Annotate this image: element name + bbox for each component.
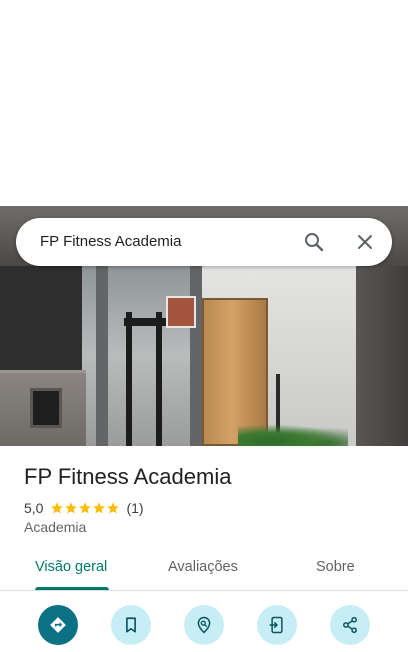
send-to-phone-button[interactable] xyxy=(257,605,297,645)
star-icon xyxy=(107,502,120,514)
photo-right-wall xyxy=(356,266,408,446)
directions-icon xyxy=(50,617,66,633)
photo-gym-machine xyxy=(126,312,162,446)
tab-overview[interactable]: Visão geral xyxy=(35,559,107,575)
place-tabs: Visão geral Avaliações Sobre xyxy=(0,550,408,591)
rating-value: 5,0 xyxy=(24,500,44,516)
review-count[interactable]: (1) xyxy=(126,500,143,516)
share-button[interactable] xyxy=(330,605,370,645)
photo-frame xyxy=(190,266,202,446)
nearby-button[interactable] xyxy=(184,605,224,645)
photo-cabinet-slot xyxy=(30,388,62,428)
nearby-icon xyxy=(197,616,211,634)
star-rating xyxy=(50,501,120,515)
tab-reviews[interactable]: Avaliações xyxy=(168,559,238,575)
share-icon xyxy=(343,616,357,634)
photo-plant xyxy=(238,424,348,446)
photo-frame xyxy=(96,266,108,446)
map-area xyxy=(0,0,408,206)
star-icon xyxy=(79,502,92,514)
place-title: FP Fitness Academia xyxy=(24,464,232,489)
close-icon[interactable] xyxy=(353,230,377,254)
star-icon xyxy=(93,502,106,514)
star-icon xyxy=(51,502,64,514)
tab-active-indicator xyxy=(35,587,109,590)
search-icon[interactable] xyxy=(302,230,326,254)
send-to-phone-icon xyxy=(269,616,283,634)
directions-button[interactable] xyxy=(38,605,78,645)
search-bar[interactable]: FP Fitness Academia xyxy=(16,218,392,266)
rating-row[interactable]: 5,0 (1) xyxy=(24,499,144,517)
place-category: Academia xyxy=(24,519,87,535)
tab-about[interactable]: Sobre xyxy=(316,559,355,575)
search-input[interactable]: FP Fitness Academia xyxy=(40,233,181,250)
photo-window xyxy=(166,296,196,328)
bookmark-icon xyxy=(126,617,136,633)
star-icon xyxy=(65,502,78,514)
save-button[interactable] xyxy=(111,605,151,645)
